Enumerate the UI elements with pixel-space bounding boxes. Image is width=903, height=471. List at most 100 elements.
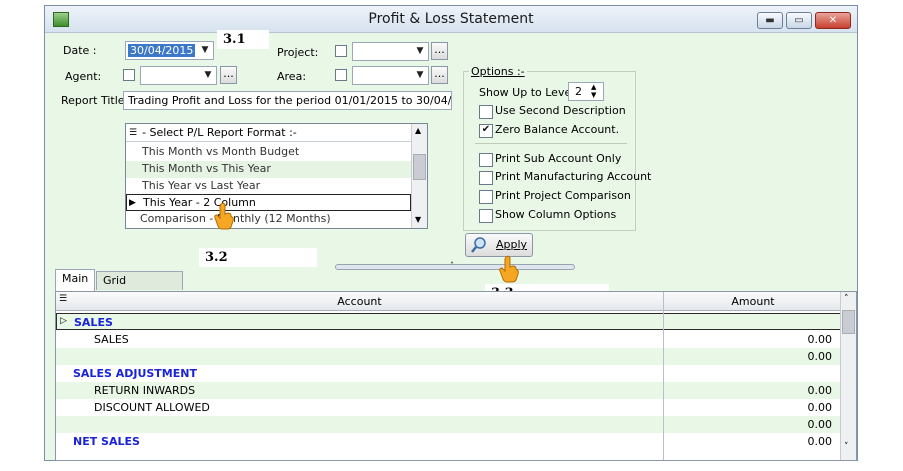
chevron-down-icon[interactable]: ▼ <box>197 42 213 59</box>
project-checkbox[interactable] <box>335 45 347 57</box>
option-label: Print Sub Account Only <box>495 152 622 165</box>
amount-cell: 0.00 <box>807 401 833 414</box>
row-pointer-icon: ▶ <box>129 198 136 208</box>
option-zero-balance[interactable]: ✔ Zero Balance Account. <box>479 123 629 138</box>
apply-label: Apply <box>496 238 528 251</box>
project-label: Project: <box>277 46 319 59</box>
hand-cursor-icon <box>214 202 234 230</box>
list-icon: ☰ <box>129 128 138 138</box>
grid-scrollbar[interactable]: ˄ ˅ <box>840 292 856 460</box>
window-title: Profit & Loss Statement <box>368 11 534 27</box>
list-item[interactable]: This Year vs Last Year <box>126 178 411 195</box>
table-row-selected[interactable]: ▷ SALES <box>56 313 842 330</box>
tab-bar: Main Grid Transform <box>55 269 857 305</box>
option-label: Show Column Options <box>495 208 617 221</box>
area-label: Area: <box>277 70 307 83</box>
list-scrollbar[interactable]: ▲ ▼ <box>411 124 427 228</box>
table-row[interactable]: 0.00 <box>56 348 842 365</box>
report-title-label: Report Title : <box>61 94 132 107</box>
account-grid[interactable]: ☰ Account Amount ▷ SALES SALES 0.00 0.00… <box>55 291 857 461</box>
tab-grid-transform[interactable]: Grid Transform <box>96 271 183 305</box>
checkbox[interactable] <box>479 209 493 223</box>
amount-cell: 0.00 <box>807 384 833 397</box>
minimize-button[interactable]: ▬ <box>757 12 783 29</box>
table-row[interactable]: 0.00 <box>56 416 842 433</box>
scrollbar-thumb[interactable] <box>842 310 855 334</box>
account-cell: SALES <box>94 333 129 346</box>
amount-cell: 0.00 <box>807 333 833 346</box>
account-cell: SALES <box>74 316 113 329</box>
option-label: Zero Balance Account. <box>495 123 620 136</box>
date-picker[interactable]: 30/04/2015 ▼ <box>125 41 214 60</box>
table-row[interactable]: SALES 0.00 <box>56 331 842 348</box>
table-row[interactable]: DISCOUNT ALLOWED 0.00 <box>56 399 842 416</box>
checkbox-checked[interactable]: ✔ <box>479 124 493 138</box>
agent-browse-button[interactable]: ... <box>220 66 237 84</box>
area-checkbox[interactable] <box>335 69 347 81</box>
options-label: Options :- <box>469 65 527 78</box>
option-show-column-options[interactable]: Show Column Options <box>479 208 629 223</box>
grid-header: ☰ Account Amount <box>56 292 842 311</box>
list-item[interactable]: This Month vs This Year <box>126 161 411 178</box>
account-cell: SALES ADJUSTMENT <box>73 367 197 380</box>
chevron-down-icon[interactable]: ˅ <box>844 442 849 452</box>
chevron-up-icon[interactable]: ˄ <box>844 294 849 304</box>
annotation-3-2: 3.2 <box>199 248 317 267</box>
magnifier-icon <box>471 237 486 253</box>
option-label: Use Second Description <box>495 104 626 117</box>
date-label: Date : <box>63 44 97 57</box>
chevron-down-icon[interactable]: ▼ <box>412 43 428 60</box>
agent-combo[interactable]: ▼ <box>140 66 217 85</box>
column-header-account[interactable]: Account <box>56 293 663 310</box>
show-level-label: Show Up to Level <box>479 86 575 99</box>
table-row[interactable]: RETURN INWARDS 0.00 <box>56 382 842 399</box>
tab-main[interactable]: Main <box>55 269 95 291</box>
table-row[interactable]: NET SALES 0.00 <box>56 433 842 450</box>
project-browse-button[interactable]: ... <box>431 42 448 60</box>
option-print-project-comparison[interactable]: Print Project Comparison <box>479 189 631 204</box>
report-title-input[interactable]: Trading Profit and Loss for the period 0… <box>123 91 452 110</box>
option-use-second-description[interactable]: Use Second Description <box>479 104 629 119</box>
spin-down-icon[interactable]: ▼ <box>591 91 596 99</box>
close-button[interactable]: ✕ <box>815 12 851 29</box>
area-combo[interactable]: ▼ <box>352 66 429 85</box>
checkbox[interactable] <box>479 190 493 204</box>
chevron-down-icon[interactable]: ▼ <box>200 67 216 84</box>
table-row[interactable]: SALES ADJUSTMENT <box>56 365 842 382</box>
list-item[interactable]: Comparison - Monthly (12 Months) <box>126 211 411 228</box>
account-cell: DISCOUNT ALLOWED <box>94 401 210 414</box>
list-header-text: - Select P/L Report Format :- <box>142 126 297 139</box>
list-item-selected[interactable]: ▶ This Year - 2 Column <box>126 194 411 211</box>
level-spinner[interactable]: 2 ▲ ▼ <box>568 82 604 101</box>
apply-button[interactable]: Apply <box>465 233 533 257</box>
checkbox[interactable] <box>479 153 493 167</box>
chevron-up-icon[interactable]: ▲ <box>415 126 421 135</box>
option-print-manufacturing[interactable]: Print Manufacturing Account <box>479 170 651 185</box>
checkbox[interactable] <box>479 171 493 185</box>
level-value: 2 <box>575 85 582 98</box>
list-item-label: This Year - 2 Column <box>143 196 256 209</box>
project-combo[interactable]: ▼ <box>352 42 429 61</box>
area-browse-button[interactable]: ... <box>431 66 448 84</box>
column-divider <box>663 292 664 460</box>
amount-cell: 0.00 <box>807 435 833 448</box>
annotation-3-1: 3.1 <box>217 30 269 49</box>
scrollbar-thumb[interactable] <box>413 154 426 180</box>
maximize-button[interactable]: ▭ <box>786 12 812 29</box>
spin-up-icon[interactable]: ▲ <box>591 83 596 91</box>
agent-label: Agent: <box>65 70 102 83</box>
option-print-sub-account[interactable]: Print Sub Account Only <box>479 152 629 167</box>
list-item[interactable]: This Month vs Month Budget <box>126 144 411 161</box>
amount-cell: 0.00 <box>807 418 833 431</box>
column-header-amount[interactable]: Amount <box>664 293 842 310</box>
chevron-down-icon[interactable]: ▼ <box>412 67 428 84</box>
agent-checkbox[interactable] <box>123 69 135 81</box>
chevron-down-icon[interactable]: ▼ <box>415 215 421 224</box>
option-label: Print Project Comparison <box>495 189 631 202</box>
checkbox[interactable] <box>479 105 493 119</box>
account-cell: NET SALES <box>73 435 140 448</box>
date-value: 30/04/2015 <box>128 44 196 57</box>
option-label: Print Manufacturing Account <box>495 170 652 183</box>
report-format-list[interactable]: ☰ - Select P/L Report Format :- This Mon… <box>125 123 428 229</box>
list-header: ☰ - Select P/L Report Format :- <box>126 124 411 142</box>
